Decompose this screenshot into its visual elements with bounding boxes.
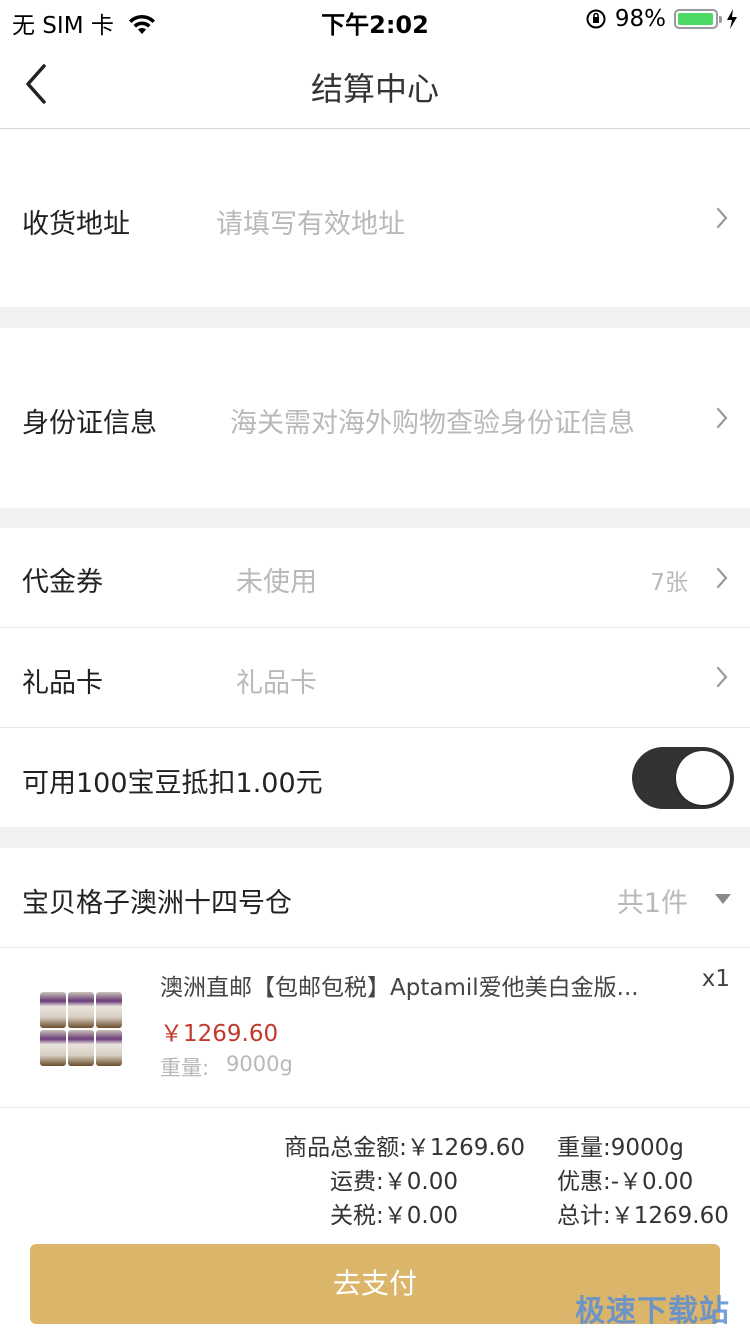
chevron-right-icon <box>716 407 728 429</box>
chevron-right-icon <box>716 567 728 589</box>
gift-card-row[interactable]: 礼品卡 礼品卡 <box>0 628 750 727</box>
product-title: 澳洲直邮【包邮包税】Aptamil爱他美白金版... <box>160 975 639 1001</box>
address-row[interactable]: 收货地址 请填写有效地址 <box>0 129 750 307</box>
section-gap <box>0 307 750 328</box>
item-count: 共1件 <box>616 888 688 919</box>
chevron-right-icon <box>716 207 728 229</box>
nav-bar: 结算中心 <box>0 40 750 129</box>
coupon-count: 7张 <box>650 570 688 596</box>
warehouse-header[interactable]: 宝贝格子澳洲十四号仓 共1件 <box>0 848 750 947</box>
product-price: ￥1269.60 <box>160 1021 279 1047</box>
warehouse-name: 宝贝格子澳洲十四号仓 <box>22 888 292 919</box>
summary-weight: 重量:9000g <box>557 1135 684 1161</box>
product-weight-value: 9000g <box>226 1052 293 1076</box>
triangle-down-icon <box>715 894 731 904</box>
address-placeholder: 请填写有效地址 <box>216 209 405 240</box>
product-image <box>40 992 126 1068</box>
battery-fill <box>678 13 714 25</box>
page-title: 结算中心 <box>310 70 439 108</box>
beans-label: 可用100宝豆抵扣1.00元 <box>22 768 323 799</box>
rotation-lock-icon <box>586 9 606 29</box>
coupon-row[interactable]: 代金券 未使用 7张 <box>0 528 750 627</box>
section-gap <box>0 827 750 848</box>
tax: 关税:￥0.00 <box>330 1203 458 1229</box>
gift-card-label: 礼品卡 <box>22 668 103 699</box>
product-qty: x1 <box>701 966 730 992</box>
id-info-placeholder: 海关需对海外购物查验身份证信息 <box>230 408 635 439</box>
watermark-logo: 极速下载站 <box>575 1294 730 1329</box>
shipping-fee: 运费:￥0.00 <box>330 1169 458 1195</box>
goods-total: 商品总金额:￥1269.60 <box>284 1135 525 1161</box>
id-info-label: 身份证信息 <box>22 408 157 439</box>
beans-row: 可用100宝豆抵扣1.00元 <box>0 728 750 827</box>
battery-icon <box>674 9 722 29</box>
chevron-right-icon <box>716 666 728 688</box>
toggle-knob <box>676 751 730 805</box>
battery-percent: 98% <box>614 6 666 32</box>
product-weight-label: 重量: <box>160 1056 210 1080</box>
coupon-label: 代金券 <box>22 567 103 598</box>
total: 总计:￥1269.60 <box>557 1203 729 1229</box>
status-bar: 无 SIM 卡 下午2:02 98% <box>0 0 750 40</box>
status-right: 98% <box>585 6 738 32</box>
coupon-value: 未使用 <box>236 567 317 598</box>
charging-bolt-icon <box>727 9 737 29</box>
id-info-row[interactable]: 身份证信息 海关需对海外购物查验身份证信息 <box>0 328 750 508</box>
divider <box>0 1107 750 1108</box>
discount: 优惠:-￥0.00 <box>557 1169 694 1195</box>
section-gap <box>0 508 750 528</box>
gift-card-value: 礼品卡 <box>236 668 317 699</box>
beans-toggle[interactable] <box>632 747 734 809</box>
address-label: 收货地址 <box>22 209 130 240</box>
